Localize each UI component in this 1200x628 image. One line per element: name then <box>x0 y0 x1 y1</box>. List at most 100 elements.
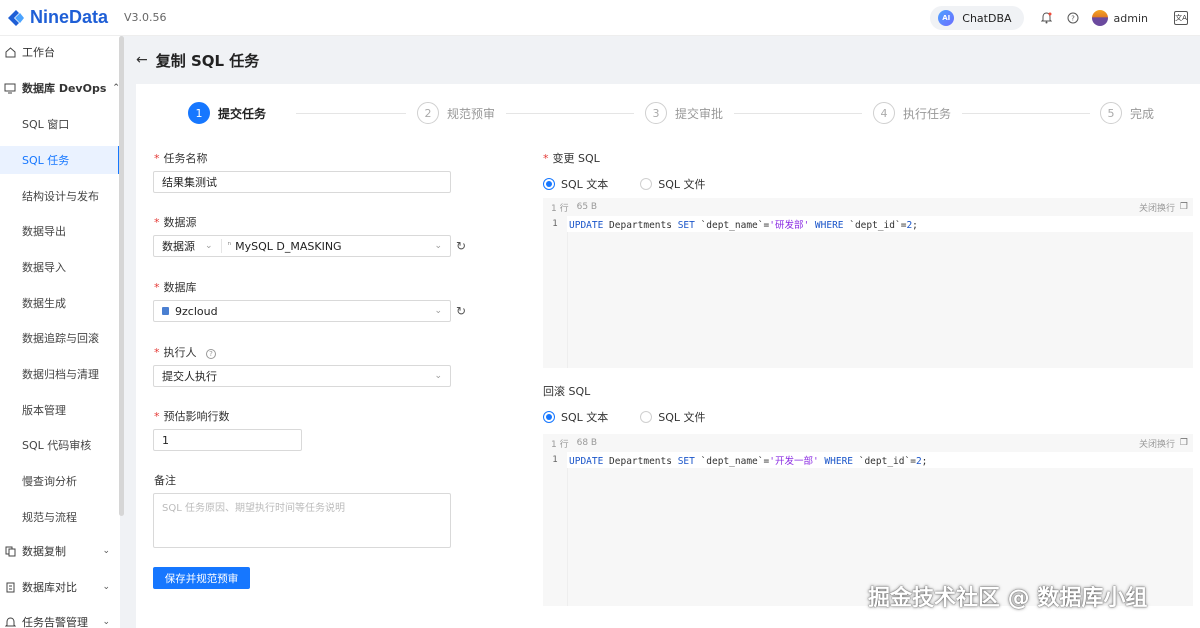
radio-sql-text[interactable] <box>543 411 555 423</box>
task-name-input[interactable]: 结果集测试 <box>153 171 451 193</box>
sidebar-item-label: SQL 代码审核 <box>22 439 92 452</box>
code-area[interactable] <box>567 232 1193 368</box>
toggle-wrap-button[interactable]: 关闭换行 <box>1139 437 1175 450</box>
sidebar-item-sql-window[interactable]: SQL 窗口 <box>0 110 120 138</box>
sidebar-item-sql-review[interactable]: SQL 代码审核 <box>0 431 120 459</box>
radio-sql-file[interactable] <box>640 411 653 423</box>
code-line: 1 UPDATE Departments SET `dept_name`='开发… <box>543 452 1193 468</box>
sidebar-item-data-export[interactable]: 数据导出 <box>0 217 120 245</box>
step-number: 5 <box>1100 102 1122 124</box>
change-sql-editor[interactable]: 1 行 65 B 关闭换行 ❐ 1 UPDATE Departments SET… <box>543 198 1193 368</box>
radio-label: SQL 文件 <box>658 178 706 191</box>
rows-input[interactable]: 1 <box>153 429 302 451</box>
bell-icon[interactable] <box>1040 11 1054 25</box>
datasource-type[interactable]: 数据源 <box>162 238 195 254</box>
step-submit-task: 1 提交任务 <box>188 102 266 124</box>
change-sql-mode: SQL 文本 SQL 文件 <box>543 176 738 192</box>
copy-icon <box>4 545 16 557</box>
sidebar-item-data-generate[interactable]: 数据生成 <box>0 289 120 317</box>
app-logo[interactable]: NineData <box>6 7 108 28</box>
sidebar: 工作台 数据库 DevOps ⌃ SQL 窗口 SQL 任务 结构设计与发布 数… <box>0 36 120 628</box>
radio-label: SQL 文件 <box>658 411 706 424</box>
line-number: 1 <box>543 452 567 468</box>
top-bar: NineData V3.0.56 AI ChatDBA ? admin 文A <box>0 0 1200 36</box>
watermark: 掘金技术社区 @ 数据库小组 <box>868 586 1148 611</box>
sidebar-item-workbench[interactable]: 工作台 <box>0 38 120 66</box>
step-divider <box>296 113 406 114</box>
step-label: 提交任务 <box>218 106 267 121</box>
sidebar-item-label: 数据生成 <box>22 297 66 310</box>
sidebar-item-label: SQL 任务 <box>22 154 70 167</box>
sidebar-group-label: 数据复制 <box>22 545 66 558</box>
line-count: 1 行 <box>551 439 569 450</box>
sidebar-item-version[interactable]: 版本管理 <box>0 396 120 424</box>
sidebar-item-label: 数据导出 <box>22 225 66 238</box>
save-and-precheck-button[interactable]: 保存并规范预审 <box>153 567 250 589</box>
chevron-down-icon: ⌄ <box>102 617 110 627</box>
chatdba-button[interactable]: AI ChatDBA <box>930 6 1024 30</box>
page-title: 复制 SQL 任务 <box>155 51 260 70</box>
sidebar-item-label: 规范与流程 <box>22 511 77 524</box>
step-progress: 1 提交任务 2 规范预审 3 提交审批 4 执行任务 5 完成 <box>188 102 1158 126</box>
step-precheck: 2 规范预审 <box>417 102 495 124</box>
sidebar-scrollbar[interactable] <box>119 36 124 516</box>
copy-icon[interactable]: ❐ <box>1180 202 1188 212</box>
refresh-icon[interactable]: ↻ <box>456 239 466 253</box>
sidebar-item-data-trace[interactable]: 数据追踪与回滚 <box>0 324 120 352</box>
sidebar-group-alarm[interactable]: 任务告警管理 ⌄ <box>0 608 120 628</box>
step-number: 1 <box>188 102 210 124</box>
sidebar-group-devops[interactable]: 数据库 DevOps ⌃ <box>0 74 120 102</box>
datasource-label: * 数据源 <box>154 216 197 229</box>
datasource-select[interactable]: 数据源 ⌄ ⁿ MySQL D_MASKING ⌄ <box>153 235 451 257</box>
back-arrow-icon[interactable]: ← <box>136 52 148 68</box>
sidebar-item-label: 版本管理 <box>22 404 66 417</box>
chevron-down-icon: ⌄ <box>434 306 442 316</box>
database-label: * 数据库 <box>154 281 197 294</box>
step-execute: 4 执行任务 <box>873 102 951 124</box>
copy-icon[interactable]: ❐ <box>1180 438 1188 448</box>
datasource-value: MySQL D_MASKING <box>235 239 342 253</box>
monitor-icon <box>4 82 16 94</box>
language-icon[interactable]: 文A <box>1174 11 1188 25</box>
step-label: 提交审批 <box>675 106 724 121</box>
sidebar-item-label: 数据追踪与回滚 <box>22 332 99 345</box>
home-icon <box>4 46 16 58</box>
radio-sql-text[interactable] <box>543 178 555 190</box>
help-icon[interactable]: ? <box>1066 11 1080 25</box>
sidebar-item-label: 结构设计与发布 <box>22 190 99 203</box>
chevron-down-icon: ⌄ <box>102 546 110 556</box>
executor-label: * 执行人 ? <box>154 344 216 360</box>
sidebar-item-sql-task[interactable]: SQL 任务 <box>0 146 120 174</box>
avatar[interactable] <box>1091 10 1108 26</box>
step-divider <box>962 113 1090 114</box>
sidebar-item-rules[interactable]: 规范与流程 <box>0 503 120 531</box>
sidebar-item-label: 数据归档与清理 <box>22 368 99 381</box>
executor-value: 提交人执行 <box>162 370 217 383</box>
editor-header: 1 行 68 B 关闭换行 ❐ <box>543 434 1193 452</box>
user-name[interactable]: admin <box>1114 12 1148 25</box>
task-name-label: * 任务名称 <box>154 152 208 165</box>
database-icon <box>162 307 169 315</box>
refresh-icon[interactable]: ↻ <box>456 304 466 318</box>
step-label: 完成 <box>1130 106 1155 121</box>
help-icon[interactable]: ? <box>206 349 216 359</box>
sidebar-item-slow-query[interactable]: 慢查询分析 <box>0 467 120 495</box>
chevron-down-icon: ⌄ <box>102 582 110 592</box>
chevron-down-icon: ⌄ <box>205 241 213 251</box>
sidebar-group-label: 数据库 DevOps <box>22 82 107 95</box>
toggle-wrap-button[interactable]: 关闭换行 <box>1139 201 1175 214</box>
radio-sql-file[interactable] <box>640 178 653 190</box>
database-select[interactable]: 9zcloud ⌄ <box>153 300 451 322</box>
chatdba-label: ChatDBA <box>962 11 1012 25</box>
executor-select[interactable]: 提交人执行 ⌄ <box>153 365 451 387</box>
sidebar-group-replication[interactable]: 数据复制 ⌄ <box>0 537 120 565</box>
remark-textarea[interactable]: SQL 任务原因、期望执行时间等任务说明 <box>153 493 451 548</box>
rollback-sql-label: 回滚 SQL <box>543 385 591 398</box>
sidebar-item-schema-design[interactable]: 结构设计与发布 <box>0 182 120 210</box>
sidebar-group-compare[interactable]: 数据库对比 ⌄ <box>0 573 120 601</box>
sidebar-item-data-archive[interactable]: 数据归档与清理 <box>0 360 120 388</box>
sidebar-group-label: 数据库对比 <box>22 581 77 594</box>
page-header: ← 复制 SQL 任务 <box>136 36 1200 84</box>
sidebar-item-data-import[interactable]: 数据导入 <box>0 253 120 281</box>
sidebar-item-label: SQL 窗口 <box>22 118 70 131</box>
